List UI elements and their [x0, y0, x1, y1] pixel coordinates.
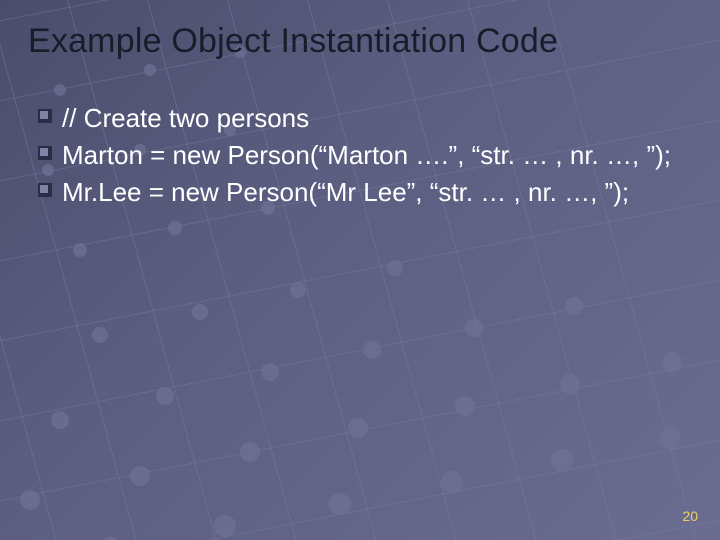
item-text: // Create two persons: [62, 101, 309, 136]
slide-title: Example Object Instantiation Code: [28, 22, 692, 61]
item-text: Marton = new Person(“Marton ….”, “str. ……: [62, 138, 671, 173]
bullet-icon: [38, 109, 52, 123]
bullet-icon: [38, 183, 52, 197]
item-text: Mr.Lee = new Person(“Mr Lee”, “str. … , …: [62, 175, 629, 210]
item-list: // Create two persons Marton = new Perso…: [28, 101, 692, 210]
bullet-icon: [38, 146, 52, 160]
list-item: Mr.Lee = new Person(“Mr Lee”, “str. … , …: [38, 175, 692, 210]
page-number: 20: [682, 508, 698, 524]
list-item: // Create two persons: [38, 101, 692, 136]
list-item: Marton = new Person(“Marton ….”, “str. ……: [38, 138, 692, 173]
